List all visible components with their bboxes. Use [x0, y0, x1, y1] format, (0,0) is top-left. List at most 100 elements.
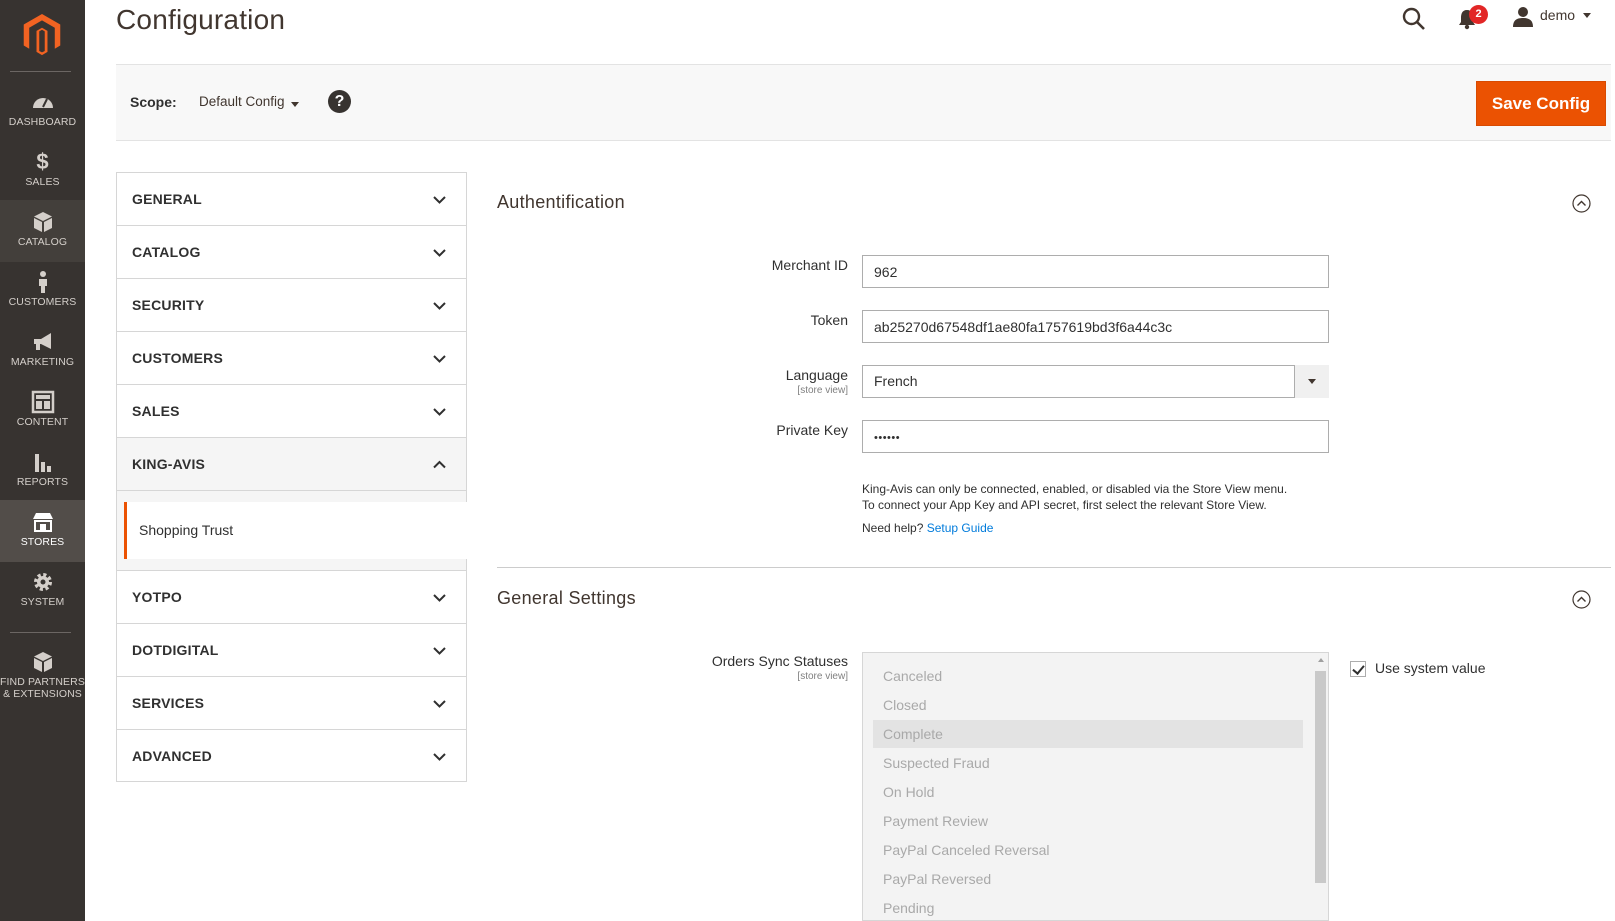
nav-item-stores[interactable]: Stores [0, 500, 85, 562]
scroll-up-icon[interactable] [1318, 658, 1324, 662]
tab-label: KING-AVIS [132, 456, 206, 472]
tab-label: CUSTOMERS [132, 350, 223, 366]
tab-label: ADVANCED [132, 748, 212, 764]
chevron-down-icon [433, 196, 446, 204]
tab-shopping-trust-wrapper: Shopping Trust [116, 490, 467, 559]
nav-item-system[interactable]: System [0, 560, 85, 622]
merchant-id-input[interactable] [862, 255, 1329, 288]
multiselect-option[interactable]: Payment Review [873, 807, 1303, 835]
nav-label-find-partners: Find Partners & Extensions [0, 676, 85, 700]
multiselect-option[interactable]: On Hold [873, 778, 1303, 806]
nav-label-stores: Stores [20, 536, 65, 548]
chevron-up-icon [433, 460, 446, 469]
collapse-icon[interactable] [1572, 194, 1591, 213]
help-icon[interactable]: ? [328, 90, 351, 113]
nav-item-content[interactable]: Content [0, 380, 85, 442]
scope-switcher[interactable]: Default Config [199, 94, 285, 109]
nav-label-sales: Sales [25, 176, 60, 188]
tab-label: DOTDIGITAL [132, 642, 219, 658]
dashboard-icon [32, 98, 53, 108]
tab-general[interactable]: GENERAL [116, 172, 467, 225]
nav-label-marketing: Marketing [10, 356, 75, 368]
tab-dotdigital[interactable]: DOTDIGITAL [116, 623, 467, 676]
nav-item-catalog[interactable]: Catalog [0, 200, 85, 262]
nav-label-reports: Reports [16, 476, 69, 488]
token-label: Token [810, 312, 848, 328]
section-title-authentification[interactable]: Authentification [497, 192, 625, 213]
tab-shopping-trust[interactable]: Shopping Trust [124, 502, 467, 559]
orders-sync-statuses-label: Orders Sync Statuses [711, 653, 848, 669]
scrollbar-thumb[interactable] [1315, 671, 1326, 883]
nav-item-find-partners[interactable]: Find Partners & Extensions [0, 640, 85, 700]
collapse-icon[interactable] [1572, 590, 1591, 609]
magento-logo-icon[interactable] [22, 14, 62, 56]
orders-sync-statuses-multiselect[interactable]: Canceled Closed Complete Suspected Fraud… [862, 652, 1329, 921]
private-key-input[interactable]: •••••• [862, 420, 1329, 453]
nav-label-catalog: Catalog [17, 236, 68, 248]
multiselect-option[interactable]: Suspected Fraud [873, 749, 1303, 777]
private-key-masked-value: •••••• [874, 432, 901, 444]
setup-guide-link[interactable]: Setup Guide [927, 521, 994, 535]
caret-down-icon[interactable] [291, 102, 299, 107]
person-icon [38, 271, 47, 293]
tab-security[interactable]: SECURITY [116, 278, 467, 331]
multiselect-option[interactable]: PayPal Reversed [873, 865, 1303, 893]
tab-label: SERVICES [132, 695, 205, 711]
multiselect-option-selected[interactable]: Complete [873, 720, 1303, 748]
logo-divider [10, 71, 71, 72]
scope-label: Scope: [130, 94, 177, 110]
chevron-down-icon [433, 355, 446, 363]
multiselect-scrollbar[interactable] [1313, 653, 1328, 920]
king-avis-note-2: To connect your App Key and API secret, … [862, 498, 1267, 512]
layout-icon [31, 390, 54, 414]
tab-catalog[interactable]: CATALOG [116, 225, 467, 278]
use-system-value-checkbox[interactable] [1350, 661, 1366, 677]
nav-divider [10, 632, 71, 633]
search-icon[interactable] [1401, 6, 1427, 32]
multiselect-option[interactable]: Closed [873, 691, 1303, 719]
tab-yotpo[interactable]: YOTPO [116, 570, 467, 623]
merchant-id-label: Merchant ID [771, 257, 848, 273]
save-config-button[interactable]: Save Config [1476, 81, 1606, 126]
store-icon [32, 513, 53, 532]
select-arrow-icon[interactable] [1294, 365, 1329, 398]
page-title: Configuration [116, 4, 286, 35]
tab-advanced[interactable]: ADVANCED [116, 729, 467, 782]
section-title-general-settings[interactable]: General Settings [497, 588, 636, 609]
language-scope-hint: [store view] [797, 385, 848, 396]
box-icon [33, 212, 52, 232]
tab-king-avis[interactable]: KING-AVIS [116, 437, 467, 490]
chevron-down-icon [433, 249, 446, 257]
admin-sidebar: Dashboard $ Sales Catalog Customers Mark… [0, 0, 85, 921]
multiselect-option[interactable]: PayPal Canceled Reversal [873, 836, 1303, 864]
nav-item-reports[interactable]: Reports [0, 440, 85, 502]
tab-sales[interactable]: SALES [116, 384, 467, 437]
use-system-value-label[interactable]: Use system value [1375, 660, 1485, 676]
chevron-down-icon [433, 302, 446, 310]
dollar-icon: $ [36, 149, 49, 174]
notification-badge[interactable]: 2 [1469, 5, 1488, 24]
multiselect-option[interactable]: Pending [873, 894, 1303, 920]
tab-label: Shopping Trust [139, 522, 234, 538]
nav-item-customers[interactable]: Customers [0, 260, 85, 322]
language-label: Language [785, 367, 848, 383]
multiselect-option[interactable]: Canceled [873, 662, 1303, 690]
chevron-down-icon [433, 408, 446, 416]
nav-item-dashboard[interactable]: Dashboard [0, 80, 85, 142]
chevron-down-icon [433, 753, 446, 761]
user-icon[interactable] [1512, 6, 1534, 28]
tab-label: GENERAL [132, 191, 202, 207]
tab-services[interactable]: SERVICES [116, 676, 467, 729]
nav-item-marketing[interactable]: Marketing [0, 320, 85, 382]
help-note: Need help? Setup Guide [862, 520, 993, 536]
nav-label-system: System [20, 596, 65, 608]
nav-label-content: Content [16, 416, 69, 428]
nav-item-sales[interactable]: $ Sales [0, 140, 85, 202]
user-menu-name[interactable]: demo [1540, 7, 1575, 23]
tab-customers[interactable]: CUSTOMERS [116, 331, 467, 384]
language-select[interactable]: French [862, 365, 1329, 398]
token-input[interactable] [862, 310, 1329, 343]
bar-chart-icon [34, 454, 51, 472]
nav-label-customers: Customers [8, 296, 77, 308]
caret-down-icon[interactable] [1583, 13, 1591, 18]
